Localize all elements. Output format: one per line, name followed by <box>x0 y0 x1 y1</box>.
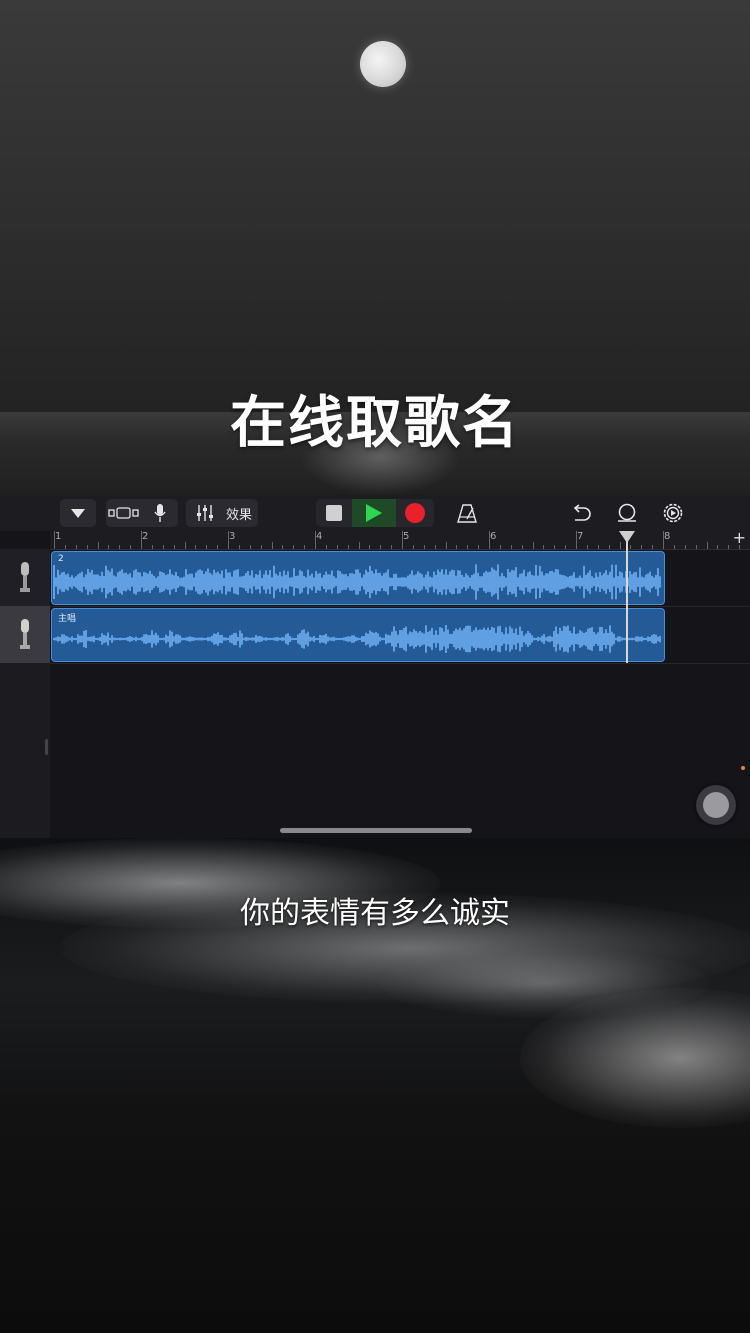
microphone-icon <box>20 561 30 592</box>
resize-handle[interactable] <box>45 739 48 755</box>
ruler-minor-tick <box>532 542 534 549</box>
stop-button[interactable] <box>316 499 352 527</box>
assistive-touch-inner <box>703 792 729 818</box>
track-lane-1[interactable]: 2 <box>50 549 750 607</box>
playhead[interactable] <box>626 531 628 663</box>
indicator-dot <box>741 766 745 770</box>
ruler-bar-label: 6 <box>490 531 497 542</box>
wave-foam <box>380 948 710 1018</box>
ruler-bar-label: 2 <box>142 531 149 542</box>
microphone-button[interactable] <box>142 503 178 523</box>
video-title: 在线取歌名 <box>230 391 520 456</box>
play-button[interactable] <box>352 499 396 527</box>
triangle-down-icon <box>71 509 85 518</box>
timeline-ruler[interactable]: 1 2 3 4 5 6 7 8 + <box>50 528 750 550</box>
record-icon <box>405 503 425 523</box>
undo-button[interactable] <box>566 499 596 527</box>
transport-controls <box>316 499 434 527</box>
view-toggle-group <box>106 499 178 527</box>
settings-icon <box>663 503 683 523</box>
home-indicator[interactable] <box>280 828 472 833</box>
ruler-bar-label: 5 <box>403 531 410 542</box>
ruler-minor-tick <box>184 542 186 549</box>
moon-image <box>360 41 406 87</box>
loop-button[interactable] <box>612 499 642 527</box>
ruler-minor-tick <box>97 542 99 549</box>
settings-button[interactable] <box>658 499 688 527</box>
metronome-icon <box>457 504 477 523</box>
track-lane-2[interactable]: 主唱 <box>50 606 750 664</box>
microphone-icon <box>154 504 166 522</box>
ruler-minor-tick <box>445 542 447 549</box>
audio-region[interactable]: 2 <box>51 551 665 605</box>
ruler-bar-label: 8 <box>664 531 671 542</box>
mixer-fx-group: 效果 <box>186 499 258 527</box>
track-view-icon <box>108 507 139 519</box>
lyric-subtitle: 你的表情有多么诚实 <box>240 896 510 931</box>
fx-label: 效果 <box>225 507 252 523</box>
ruler-bar-label: 4 <box>316 531 323 542</box>
record-button[interactable] <box>396 499 434 527</box>
ruler-minor-tick <box>358 542 360 549</box>
play-icon <box>366 504 382 522</box>
track-header-1[interactable] <box>0 549 50 606</box>
ruler-bar-label: 1 <box>55 531 62 542</box>
mixer-button[interactable] <box>188 504 222 522</box>
stop-icon <box>326 505 342 521</box>
track-view-button[interactable] <box>106 506 142 520</box>
track-lanes: 2 主唱 <box>50 549 750 838</box>
ruler-bar-label: 7 <box>577 531 584 542</box>
audio-editor-panel: 效果 1 2 3 4 5 6 7 8 + 2 主唱 <box>0 495 750 879</box>
track-headers: + <box>0 549 50 879</box>
microphone-icon <box>20 618 30 649</box>
assistive-touch-button[interactable] <box>696 785 736 825</box>
track-header-2[interactable] <box>0 606 50 663</box>
waveform <box>53 564 661 600</box>
tracks-dropdown-button[interactable] <box>60 499 96 527</box>
audio-region[interactable]: 主唱 <box>51 608 665 662</box>
ruler-minor-tick <box>706 542 708 549</box>
undo-icon <box>573 504 591 521</box>
mixer-icon <box>197 505 213 521</box>
toolbar: 效果 <box>0 495 750 531</box>
ruler-minor-tick <box>271 542 273 549</box>
ruler-minor-tick <box>619 542 621 549</box>
metronome-button[interactable] <box>452 499 482 527</box>
fx-button[interactable]: 效果 <box>222 504 256 523</box>
waveform <box>53 625 661 653</box>
playhead-handle[interactable] <box>619 531 635 543</box>
ruler-bar-label: 3 <box>229 531 236 542</box>
loop-icon <box>618 503 636 522</box>
